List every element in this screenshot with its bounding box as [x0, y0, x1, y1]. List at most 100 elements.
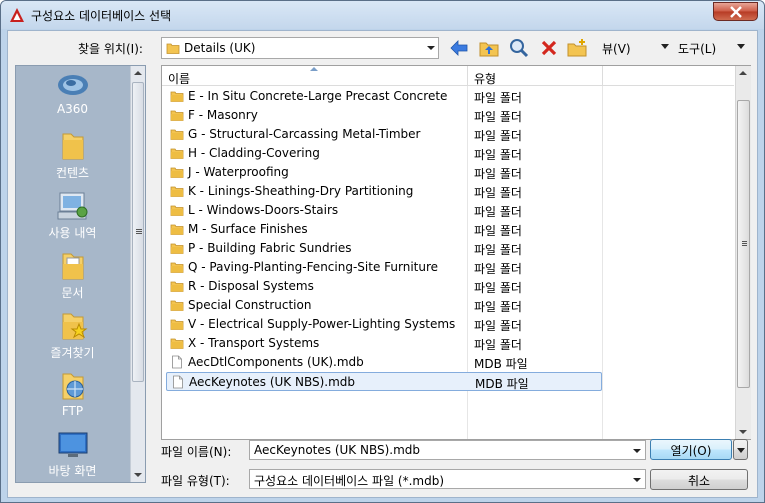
- cancel-button[interactable]: 취소: [650, 469, 748, 490]
- file-row[interactable]: L - Windows-Doors-Stairs 파일 폴더: [166, 201, 602, 220]
- file-row[interactable]: X - Transport Systems 파일 폴더: [166, 334, 602, 353]
- column-divider[interactable]: [467, 66, 468, 86]
- views-menu-button[interactable]: 뷰(V): [602, 40, 631, 62]
- column-divider[interactable]: [602, 66, 603, 86]
- scroll-up-arrow-icon[interactable]: [134, 71, 142, 75]
- places-bar: A360 컨텐츠 사용 내역 문서 즐겨찾기 FTP 바탕 화면: [15, 65, 146, 483]
- look-in-dropdown[interactable]: Details (UK): [161, 37, 439, 59]
- grip-line: [742, 241, 747, 242]
- place-documents[interactable]: 문서: [16, 250, 129, 301]
- dialog-window: 구성요소 데이터베이스 선택 찾을 위치(I): Details (UK) 뷰(…: [0, 0, 765, 503]
- places-scrollbar[interactable]: [130, 66, 145, 482]
- folder-icon: [170, 146, 184, 163]
- scroll-down-arrow-icon[interactable]: [739, 430, 747, 434]
- file-row[interactable]: M - Surface Finishes 파일 폴더: [166, 220, 602, 239]
- file-row[interactable]: J - Waterproofing 파일 폴더: [166, 163, 602, 182]
- file-name: P - Building Fabric Sundries: [188, 241, 352, 255]
- favorites-icon: [62, 313, 87, 340]
- chevron-down-icon: [737, 448, 745, 453]
- file-list[interactable]: 이름 유형 E - In Situ Concrete-Large Precast…: [161, 65, 751, 440]
- place-label: 사용 내역: [48, 226, 97, 240]
- file-type-value: 구성요소 데이터베이스 파일 (*.mdb): [254, 474, 445, 488]
- file-type-label: 파일 유형(T):: [161, 474, 230, 488]
- place-desktop[interactable]: 바탕 화면: [16, 430, 129, 479]
- file-name: AecDtlComponents (UK).mdb: [188, 355, 364, 369]
- file-row[interactable]: G - Structural-Carcassing Metal-Timber 파일…: [166, 125, 602, 144]
- autocad-logo-icon: [10, 8, 24, 22]
- folder-icon: [170, 127, 184, 144]
- file-type: 파일 폴더: [474, 91, 522, 105]
- file-type: 파일 폴더: [474, 243, 522, 257]
- file-row[interactable]: E - In Situ Concrete-Large Precast Concr…: [166, 87, 602, 106]
- folder-icon: [170, 203, 184, 220]
- place-ftp[interactable]: FTP: [16, 370, 129, 418]
- file-row[interactable]: R - Disposal Systems 파일 폴더: [166, 277, 602, 296]
- ftp-icon: [62, 373, 83, 400]
- delete-icon[interactable]: [538, 37, 560, 59]
- place-a360[interactable]: A360: [16, 70, 129, 116]
- new-folder-icon[interactable]: [566, 37, 588, 59]
- scroll-down-arrow-icon[interactable]: [134, 473, 142, 477]
- file-type: MDB 파일: [475, 377, 529, 391]
- grip-line: [136, 229, 142, 230]
- file-row[interactable]: P - Building Fabric Sundries 파일 폴더: [166, 239, 602, 258]
- open-button[interactable]: 열기(O): [650, 439, 732, 460]
- file-name-value: AecKeynotes (UK NBS).mdb: [254, 443, 421, 457]
- file-type: 파일 폴더: [474, 129, 522, 143]
- file-icon: [170, 355, 184, 372]
- grip-line: [742, 243, 747, 244]
- place-history[interactable]: 사용 내역: [16, 190, 129, 241]
- file-name-input[interactable]: AecKeynotes (UK NBS).mdb: [249, 440, 646, 460]
- folder-icon: [62, 133, 83, 160]
- search-web-icon[interactable]: [508, 37, 530, 59]
- scroll-thumb[interactable]: [132, 82, 144, 382]
- folder-icon: [170, 165, 184, 182]
- file-name: G - Structural-Carcassing Metal-Timber: [188, 127, 421, 141]
- scroll-up-arrow-icon[interactable]: [739, 71, 747, 75]
- close-button[interactable]: [713, 2, 758, 21]
- file-list-scrollbar[interactable]: [735, 66, 751, 439]
- column-header-type[interactable]: 유형: [474, 70, 496, 87]
- file-row[interactable]: K - Linings-Sheathing-Dry Partitioning 파일…: [166, 182, 602, 201]
- folder-icon: [170, 89, 184, 106]
- file-row[interactable]: V - Electrical Supply-Power-Lighting Sys…: [166, 315, 602, 334]
- scroll-thumb[interactable]: [737, 100, 750, 388]
- file-row[interactable]: H - Cladding-Covering 파일 폴더: [166, 144, 602, 163]
- folder-icon: [170, 317, 184, 334]
- file-name: R - Disposal Systems: [188, 279, 314, 293]
- open-button-label: 열기(O): [670, 444, 712, 458]
- folder-icon: [170, 279, 184, 296]
- cloud-icon: [57, 75, 88, 95]
- place-label: 즐겨찾기: [50, 346, 95, 360]
- tools-menu-button[interactable]: 도구(L): [678, 40, 716, 62]
- file-row[interactable]: AecDtlComponents (UK).mdb MDB 파일: [166, 353, 602, 372]
- file-name: V - Electrical Supply-Power-Lighting Sys…: [188, 317, 456, 331]
- sort-ascending-icon: [310, 67, 318, 71]
- tools-caret-icon[interactable]: [737, 44, 745, 49]
- file-type: 파일 폴더: [474, 300, 522, 314]
- file-name: J - Waterproofing: [188, 165, 289, 179]
- place-label: 컨텐츠: [55, 166, 90, 180]
- file-type: MDB 파일: [474, 357, 528, 371]
- file-row[interactable]: F - Masonry 파일 폴더: [166, 106, 602, 125]
- file-row[interactable]: AecKeynotes (UK NBS).mdb MDB 파일: [166, 372, 602, 391]
- column-header-name[interactable]: 이름: [168, 70, 190, 87]
- file-type-dropdown[interactable]: 구성요소 데이터베이스 파일 (*.mdb): [249, 469, 646, 489]
- file-row[interactable]: Special Construction 파일 폴더: [166, 296, 602, 315]
- place-contents[interactable]: 컨텐츠: [16, 130, 129, 181]
- folder-icon: [170, 260, 184, 277]
- file-type: 파일 폴더: [474, 224, 522, 238]
- file-name: Q - Paving-Planting-Fencing-Site Furnitu…: [188, 260, 439, 274]
- up-folder-icon[interactable]: [478, 37, 500, 59]
- file-row[interactable]: Q - Paving-Planting-Fencing-Site Furnitu…: [166, 258, 602, 277]
- grip-line: [136, 233, 142, 234]
- place-favorites[interactable]: 즐겨찾기: [16, 310, 129, 361]
- open-options-button[interactable]: [733, 439, 748, 460]
- chevron-down-icon[interactable]: [633, 449, 641, 453]
- list-header: 이름 유형: [162, 66, 734, 86]
- documents-icon: [62, 253, 83, 280]
- chevron-down-icon[interactable]: [633, 478, 641, 482]
- place-label: 문서: [61, 286, 84, 300]
- back-arrow-icon[interactable]: [448, 37, 470, 59]
- views-caret-icon[interactable]: [661, 44, 669, 49]
